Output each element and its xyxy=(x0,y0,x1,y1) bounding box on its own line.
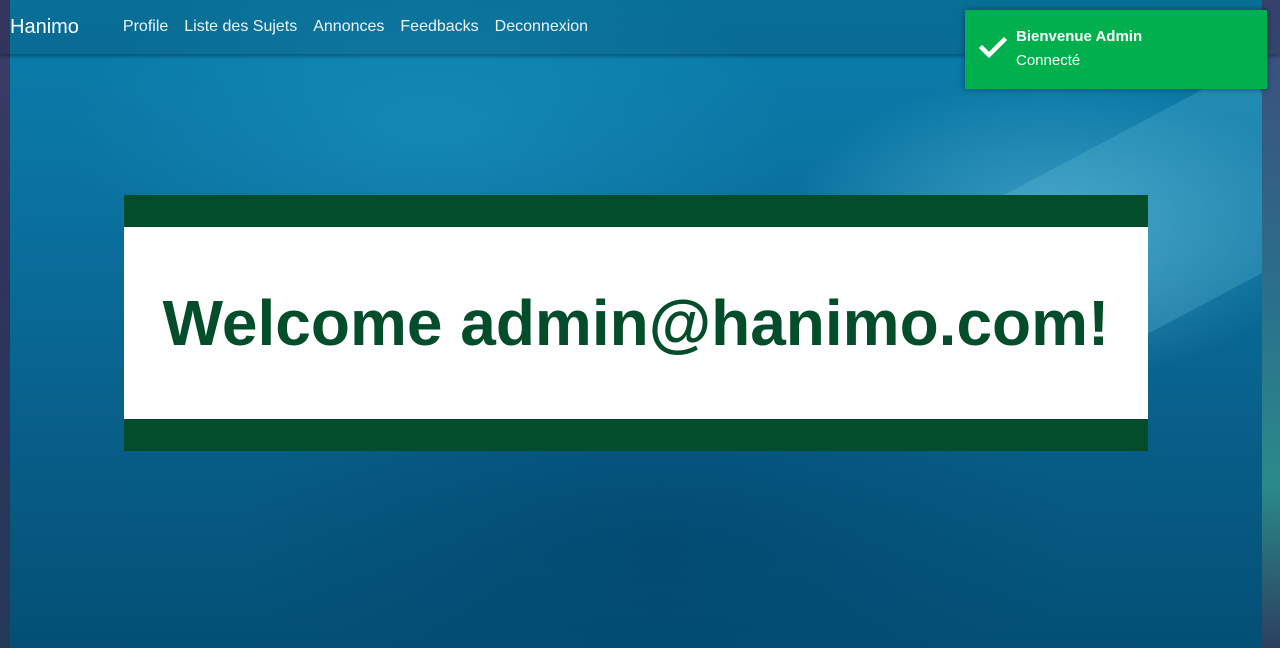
nav-link-liste-des-sujets[interactable]: Liste des Sujets xyxy=(184,18,297,36)
toast-title: Bienvenue Admin xyxy=(1016,28,1143,45)
welcome-banner: Welcome admin@hanimo.com! xyxy=(124,195,1148,451)
success-toast[interactable]: Bienvenue Admin Connecté xyxy=(965,10,1267,89)
checkmark-icon xyxy=(978,36,1008,60)
nav-links: Profile Liste des Sujets Annonces Feedba… xyxy=(123,18,604,36)
nav-link-annonces[interactable]: Annonces xyxy=(313,18,384,36)
left-edge xyxy=(0,0,10,648)
right-edge xyxy=(1262,0,1280,648)
nav-link-profile[interactable]: Profile xyxy=(123,18,168,36)
welcome-heading: Welcome admin@hanimo.com! xyxy=(162,287,1110,359)
nav-link-deconnexion[interactable]: Deconnexion xyxy=(495,18,588,36)
toast-message: Connecté xyxy=(1016,52,1081,69)
page: Hanimo Profile Liste des Sujets Annonces… xyxy=(0,0,1280,648)
nav-link-feedbacks[interactable]: Feedbacks xyxy=(400,18,478,36)
navbar-brand[interactable]: Hanimo xyxy=(10,16,79,39)
